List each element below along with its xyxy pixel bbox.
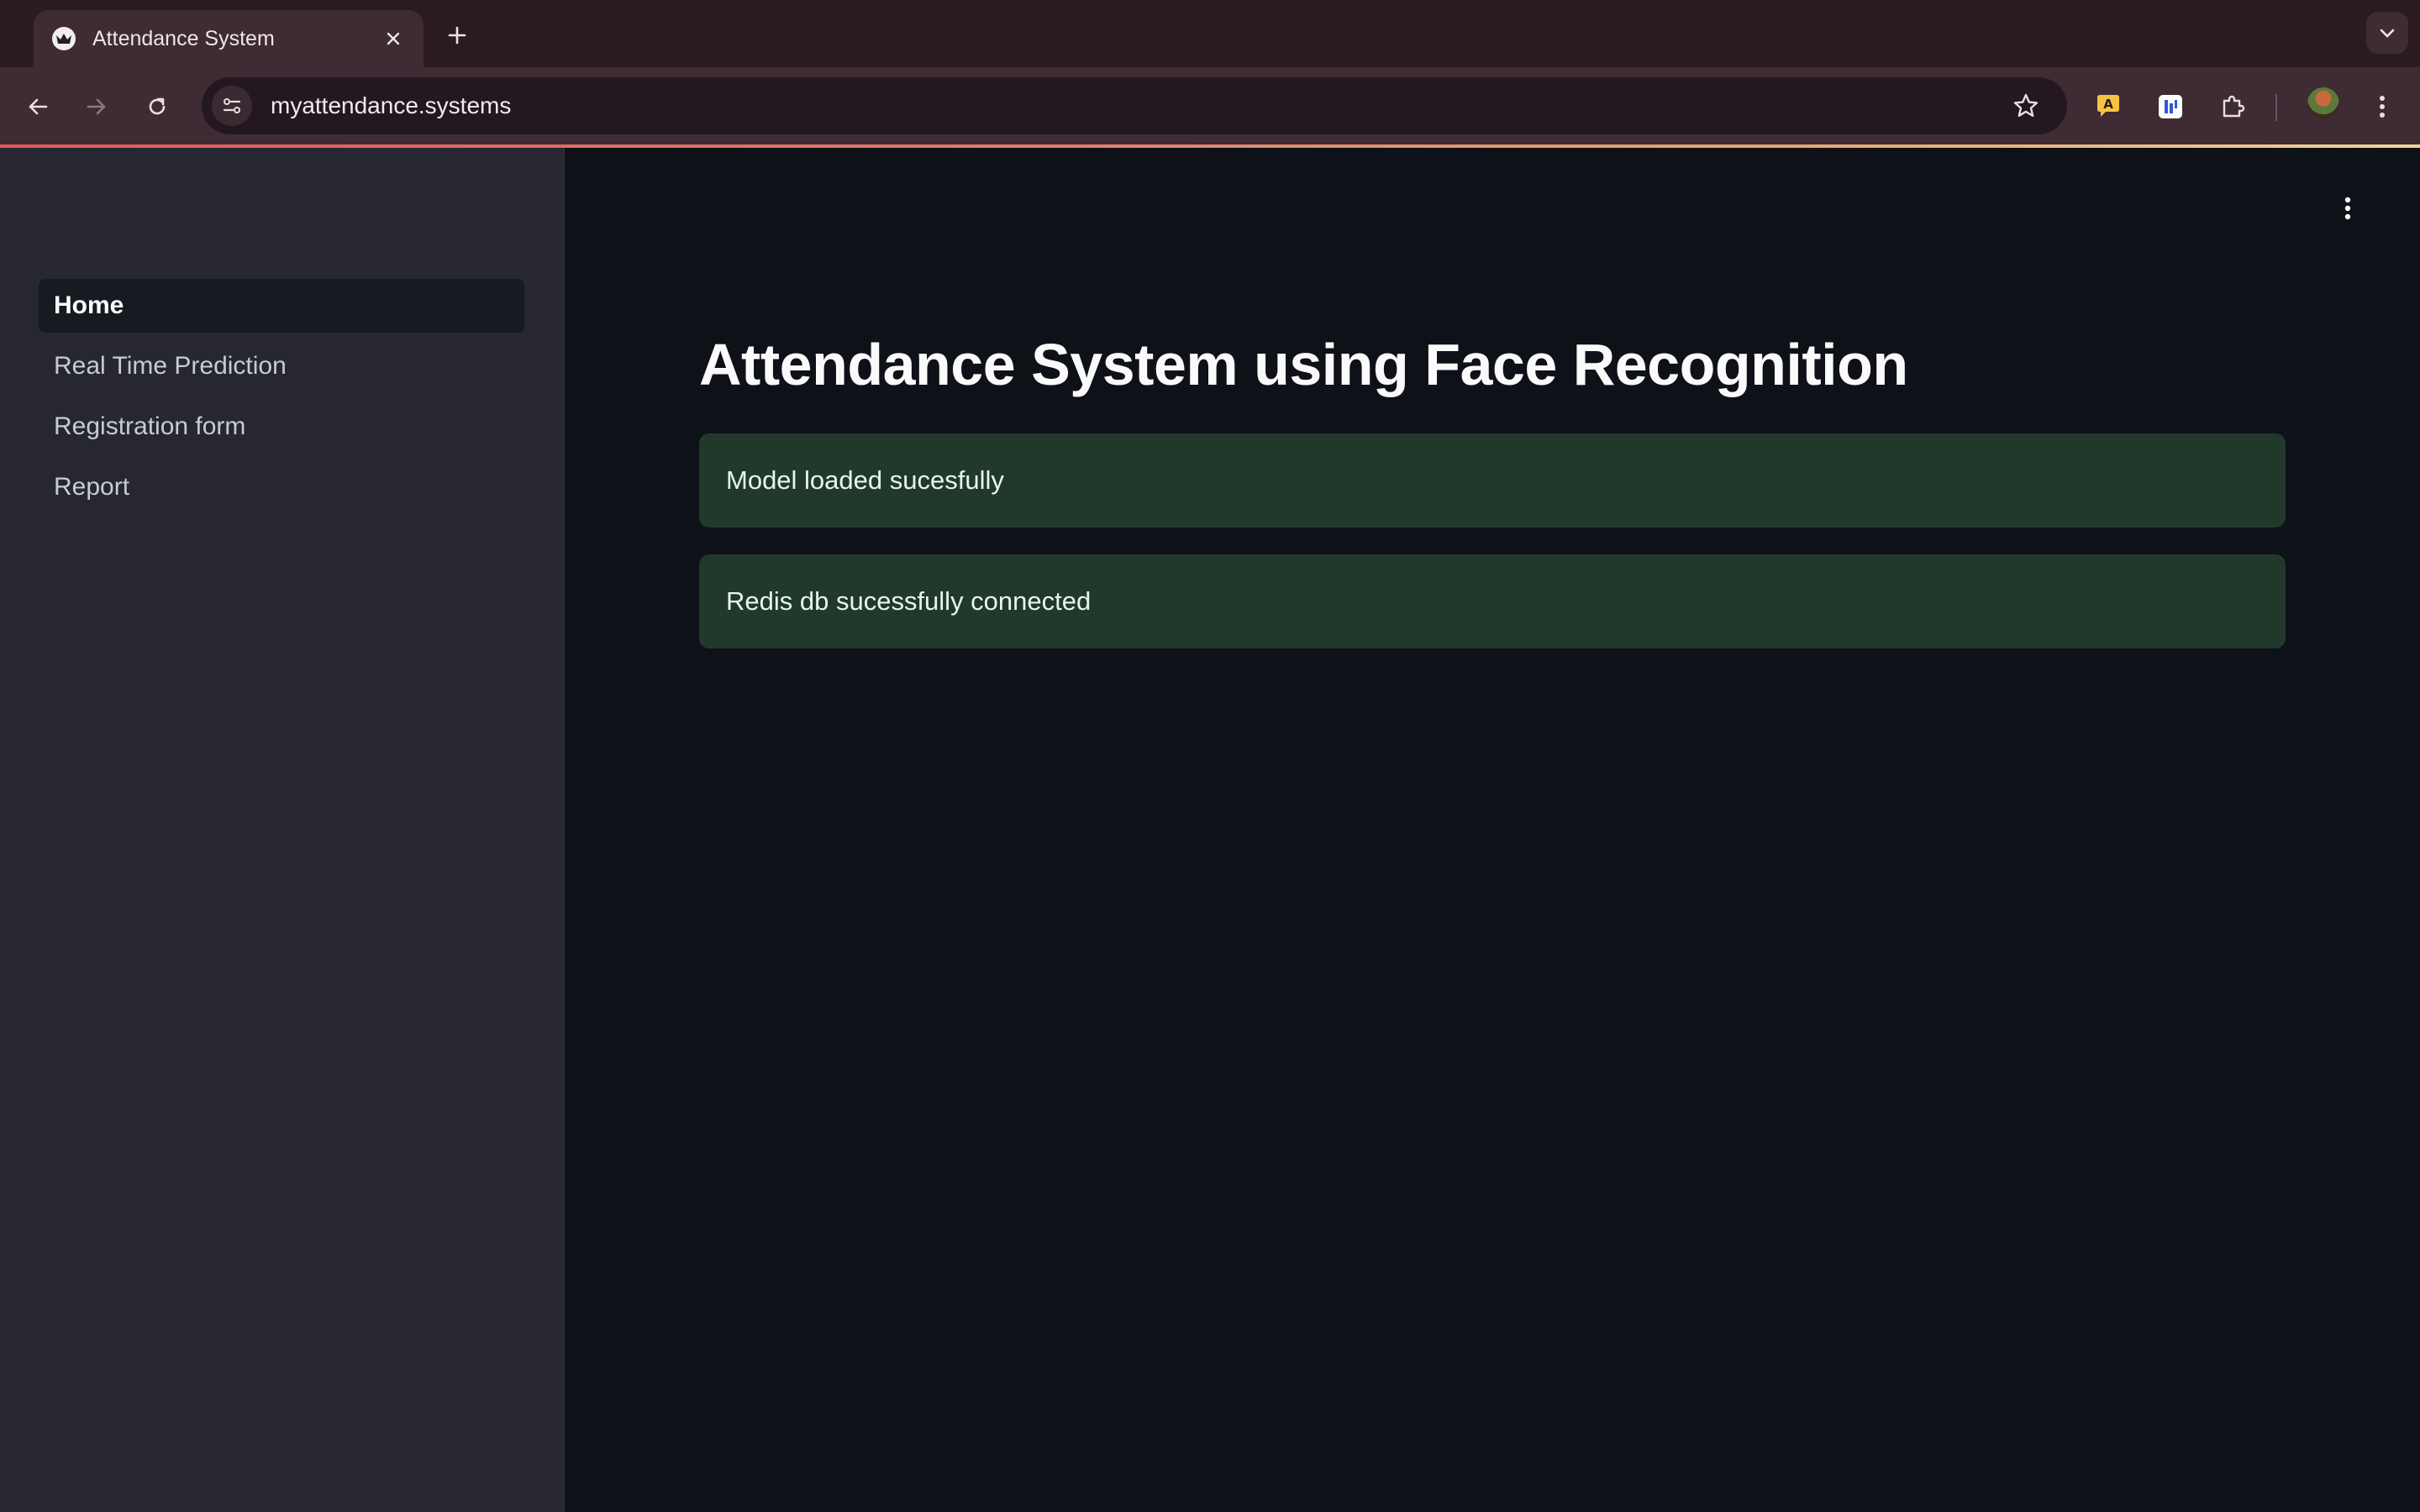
sidebar-item-report[interactable]: Report	[39, 460, 524, 514]
sidebar-item-home[interactable]: Home	[39, 279, 524, 333]
streamlit-crown-icon	[52, 27, 76, 50]
forward-arrow-icon[interactable]	[76, 86, 118, 128]
extension-bar-icon[interactable]	[2149, 86, 2191, 128]
back-arrow-icon[interactable]	[17, 86, 59, 128]
profile-avatar[interactable]	[2307, 87, 2339, 119]
main-content: Attendance System using Face Recognition…	[566, 148, 2420, 1512]
extension-a-icon[interactable]: A	[2087, 86, 2129, 128]
site-settings-icon[interactable]	[212, 86, 252, 126]
browser-tab-active[interactable]: Attendance System	[34, 10, 424, 67]
chevron-down-icon[interactable]	[2366, 12, 2408, 54]
toolbar-separator	[2275, 94, 2277, 121]
browser-tabstrip: Attendance System	[0, 0, 2420, 67]
success-alert-redis-connected: Redis db sucessfully connected	[699, 554, 2286, 648]
svg-text:A: A	[2103, 97, 2113, 112]
reload-icon[interactable]	[136, 86, 178, 128]
browser-toolbar: myattendance.systems A	[0, 67, 2420, 146]
alert-text: Redis db sucessfully connected	[726, 586, 1092, 616]
puzzle-icon[interactable]	[2212, 86, 2254, 128]
sidebar-item-label: Report	[54, 473, 130, 501]
plus-icon[interactable]	[439, 17, 476, 54]
alert-text: Model loaded sucesfully	[726, 465, 1004, 495]
app-menu-more-vert-icon[interactable]	[2331, 192, 2365, 225]
more-vert-icon[interactable]	[2361, 86, 2403, 128]
page-title: Attendance System using Face Recognition	[699, 332, 1908, 397]
tab-title: Attendance System	[92, 26, 275, 50]
sidebar-item-label: Real Time Prediction	[54, 352, 287, 380]
success-alert-model-loaded: Model loaded sucesfully	[699, 433, 2286, 528]
sidebar: Home Real Time Prediction Registration f…	[0, 148, 565, 1512]
sidebar-item-real-time-prediction[interactable]: Real Time Prediction	[39, 339, 524, 393]
close-icon[interactable]	[378, 24, 408, 54]
address-bar[interactable]: myattendance.systems	[202, 77, 2067, 134]
sidebar-item-registration-form[interactable]: Registration form	[39, 400, 524, 454]
sidebar-item-label: Registration form	[54, 412, 246, 440]
sidebar-item-label: Home	[54, 291, 124, 319]
sidebar-nav: Home Real Time Prediction Registration f…	[39, 279, 524, 521]
star-icon[interactable]	[2005, 85, 2047, 127]
url-text[interactable]: myattendance.systems	[271, 92, 2005, 119]
